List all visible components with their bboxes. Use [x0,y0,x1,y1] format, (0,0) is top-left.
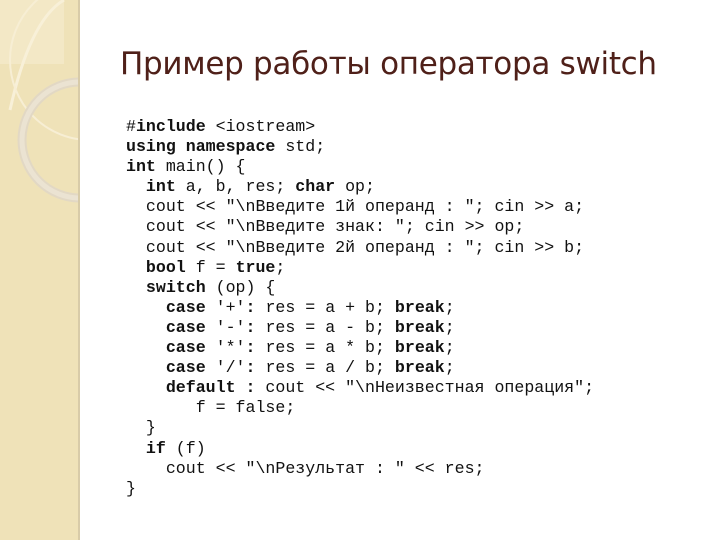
code-text: cout << "\nВведите 1й операнд : "; cin >… [126,197,585,217]
code-keyword: using namespace [126,137,276,157]
code-text: # [126,117,136,136]
code-keyword: break [394,338,445,358]
code-keyword: int [145,177,176,197]
code-text: cout << "\nВведите 2й операнд : "; cin >… [126,237,585,257]
code-keyword: default : [165,378,256,398]
decorative-ring-inner [19,79,78,201]
code-text: } [126,418,156,438]
code-text: res = a + b; [255,297,395,317]
code-text: ; [444,358,455,378]
code-text: res = a / b; [255,358,395,378]
decorative-sidebar [0,0,80,540]
code-text: cout << "\nВведите знак: "; cin >> op; [126,217,525,237]
code-line: default : cout << "\nНеизвестная операци… [126,378,594,398]
code-text: } [126,478,136,498]
code-text: ; [444,297,455,317]
code-keyword: case [165,297,206,317]
code-keyword: case [165,338,206,358]
decorative-circles-icon [0,0,78,203]
code-text: cout << "\nНеизвестная операция"; [255,378,595,398]
code-keyword: break [394,297,445,317]
code-line: using namespace std; [126,137,594,157]
code-line: cout << "\nРезультат : " << res; [126,459,594,479]
code-line: if (f) [126,439,594,459]
code-line: cout << "\nВведите 2й операнд : "; cin >… [126,238,594,258]
code-text: f = [185,257,236,277]
code-block: #include <iostream> using namespace std; i… [126,117,594,499]
code-line: case '-': res = a - b; break; [126,318,594,338]
code-keyword: break [394,317,445,337]
code-line: int main() { [126,157,594,177]
code-line: int a, b, res; char op; [126,177,594,197]
code-text: '*' [205,338,246,358]
code-text: cout << "\nРезультат : " << res; [126,458,485,478]
code-line: f = false; [126,398,594,418]
code-text: '/' [205,358,246,378]
code-keyword: case [165,317,206,337]
code-text: a, b, res; [175,177,296,197]
code-keyword: include [135,117,206,136]
code-text: res = a - b; [255,317,395,337]
code-line: case '/': res = a / b; break; [126,358,594,378]
code-keyword: : [245,338,256,358]
code-keyword: case [165,358,206,378]
code-keyword: : [245,317,256,337]
code-line: cout << "\nВведите знак: "; cin >> op; [126,217,594,237]
code-text: (op) { [205,277,276,297]
code-text: main() { [155,157,246,177]
code-keyword: int [126,157,156,177]
code-text: res = a * b; [255,338,395,358]
code-line: #include <iostream> [126,117,594,137]
code-keyword: bool [145,257,186,277]
code-text: ; [444,317,455,337]
code-text: ; [275,257,286,277]
code-text: (f) [165,438,206,458]
code-keyword: true [235,257,276,277]
code-text: f = false; [126,398,296,418]
code-text: op; [335,177,375,197]
code-line: } [126,418,594,438]
code-line: cout << "\nВведите 1й операнд : "; cin >… [126,197,594,217]
slide-title: Пример работы оператора switch [120,46,657,82]
code-text: ; [444,338,455,358]
code-keyword: switch [145,277,206,297]
code-keyword: : [245,297,256,317]
code-keyword: break [394,358,445,378]
code-line: bool f = true; [126,258,594,278]
code-text: '-' [205,317,246,337]
code-keyword: : [245,358,256,378]
code-keyword: char [295,177,336,197]
code-text: '+' [205,297,246,317]
code-keyword: if [145,438,166,458]
code-line: case '+': res = a + b; break; [126,298,594,318]
code-line: } [126,479,594,499]
code-text: <iostream> [205,117,316,136]
code-line: switch (op) { [126,278,594,298]
code-text: std; [275,137,326,157]
decorative-ring [17,77,78,203]
code-line: case '*': res = a * b; break; [126,338,594,358]
